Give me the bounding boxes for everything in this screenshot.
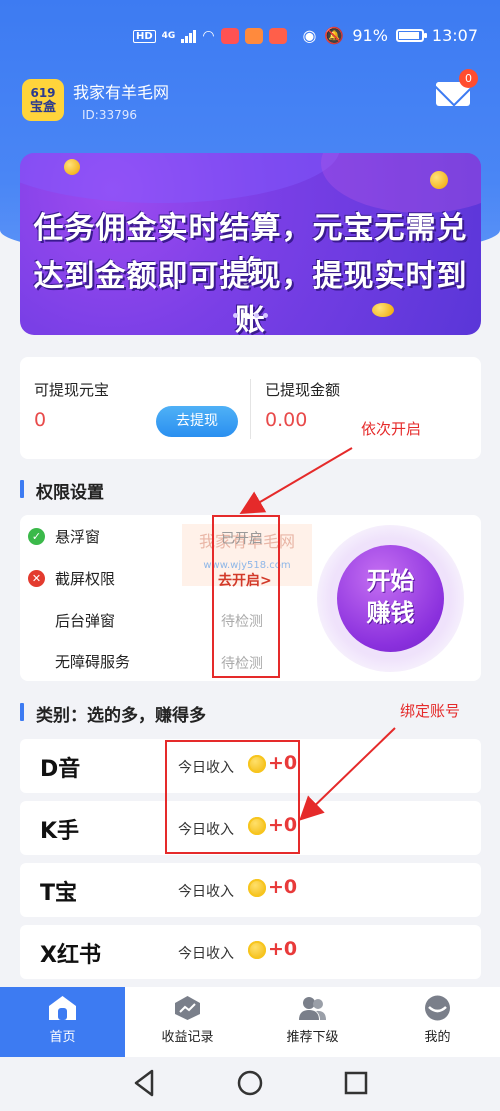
status-bar: HD 4G ◠ ◉ 🔕 91% 13:07 [0,0,500,76]
home-icon [49,996,76,1020]
nav-referrals[interactable]: 推荐下级 [250,987,375,1057]
eye-icon: ◉ [302,26,317,45]
nav-earnings[interactable]: 收益记录 [125,987,250,1057]
app-notification-icon [268,28,287,44]
app-notification-icon [220,28,239,44]
pagination-dot [233,313,238,318]
annotation-bind-account: 绑定账号 [400,702,461,720]
income-value: +0 [268,938,298,960]
start-label-2: 赚钱 [366,599,415,627]
battery-percent: 91% [352,26,388,45]
category-name: T宝 [40,881,78,906]
recent-apps-icon[interactable] [344,1071,368,1095]
permission-name: 无障碍服务 [55,652,131,671]
check-icon: ✓ [28,527,45,545]
categories-title: 类别：选的多，赚得多 [20,701,206,726]
nav-label: 推荐下级 [286,1030,339,1045]
start-earning-button[interactable]: 开始 赚钱 [317,525,464,672]
app-logo: 619 宝盒 [22,79,64,121]
app-notification-icon [244,28,263,44]
coin-icon [430,171,448,189]
start-label-1: 开始 [366,567,415,595]
battery-icon [395,29,427,42]
income-label: 今日收入 [178,884,234,900]
withdrawn-value: 0.00 [265,409,308,431]
network-type: 4G [161,31,176,41]
category-item[interactable]: T宝 今日收入 +0 [20,863,481,917]
income-value: +0 [268,876,298,898]
pagination-dot-active [242,313,250,318]
profile-icon [425,995,450,1021]
available-value: 0 [34,409,47,431]
logo-text: 宝盒 [29,99,56,115]
divider [250,379,251,439]
withdrawn-label: 已提现金额 [265,381,341,399]
chart-icon [175,996,200,1020]
error-icon: ✕ [28,569,45,587]
withdraw-button[interactable]: 去提现 [156,406,238,437]
coin-icon [248,879,266,897]
category-name: X红书 [40,943,101,968]
coin-icon [64,159,80,175]
coin-icon [248,941,266,959]
annotation-box [212,515,280,678]
permission-name: 截屏权限 [55,569,116,588]
permission-row[interactable]: 后台弹窗 [55,608,115,632]
banner-line-2: 达到金额即可提现，提现实时到账 [33,259,468,335]
start-earning-label: 开始 赚钱 [337,545,444,652]
permission-name: 后台弹窗 [55,611,116,630]
coin-icon [372,303,394,317]
nav-label: 我的 [424,1030,451,1045]
available-label: 可提现元宝 [34,381,110,399]
nav-label: 收益记录 [161,1030,214,1045]
permissions-title: 权限设置 [20,478,104,503]
pagination-dot [254,313,259,318]
bottom-navigation: 首页 收益记录 推荐下级 我的 [0,987,500,1057]
permission-row[interactable]: 无障碍服务 [55,649,130,673]
nav-profile[interactable]: 我的 [375,987,500,1057]
status-left: HD 4G ◠ [133,28,287,44]
system-navigation-bar [0,1057,500,1111]
nav-home[interactable]: 首页 [0,987,125,1057]
user-name: 我家有羊毛网 [73,83,170,102]
permission-row[interactable]: ✕ 截屏权限 [28,566,115,590]
clock: 13:07 [431,26,478,45]
withdraw-card: 可提现元宝 0 去提现 已提现金额 0.00 [20,357,481,459]
category-name: K手 [40,819,80,844]
user-id: ID:33796 [82,108,137,122]
users-icon [299,997,326,1020]
home-circle-icon[interactable] [237,1070,263,1096]
category-item[interactable]: X红书 今日收入 +0 [20,925,481,979]
category-name: D音 [40,757,81,782]
nav-label: 首页 [49,1030,76,1045]
annotation-box [165,740,300,854]
wifi-icon: ◠ [202,28,215,44]
logo-number: 619 [30,85,56,100]
message-count-badge: 0 [459,69,478,88]
status-right: ◉ 🔕 91% 13:07 [302,26,478,45]
permission-row[interactable]: ✓ 悬浮窗 [28,524,100,548]
back-icon[interactable] [134,1069,154,1097]
income-label: 今日收入 [178,946,234,962]
banner-pagination [233,313,268,318]
mute-bell-icon: 🔕 [324,26,345,45]
permission-name: 悬浮窗 [55,527,101,546]
system-nav-buttons [134,1069,368,1097]
signal-icon [181,29,197,43]
hd-indicator: HD [133,29,156,43]
annotation-open-in-order: 依次开启 [361,420,422,438]
pagination-dot [263,313,268,318]
promo-banner[interactable]: 任务佣金实时结算，元宝无需兑换 达到金额即可提现，提现实时到账 [20,153,481,335]
